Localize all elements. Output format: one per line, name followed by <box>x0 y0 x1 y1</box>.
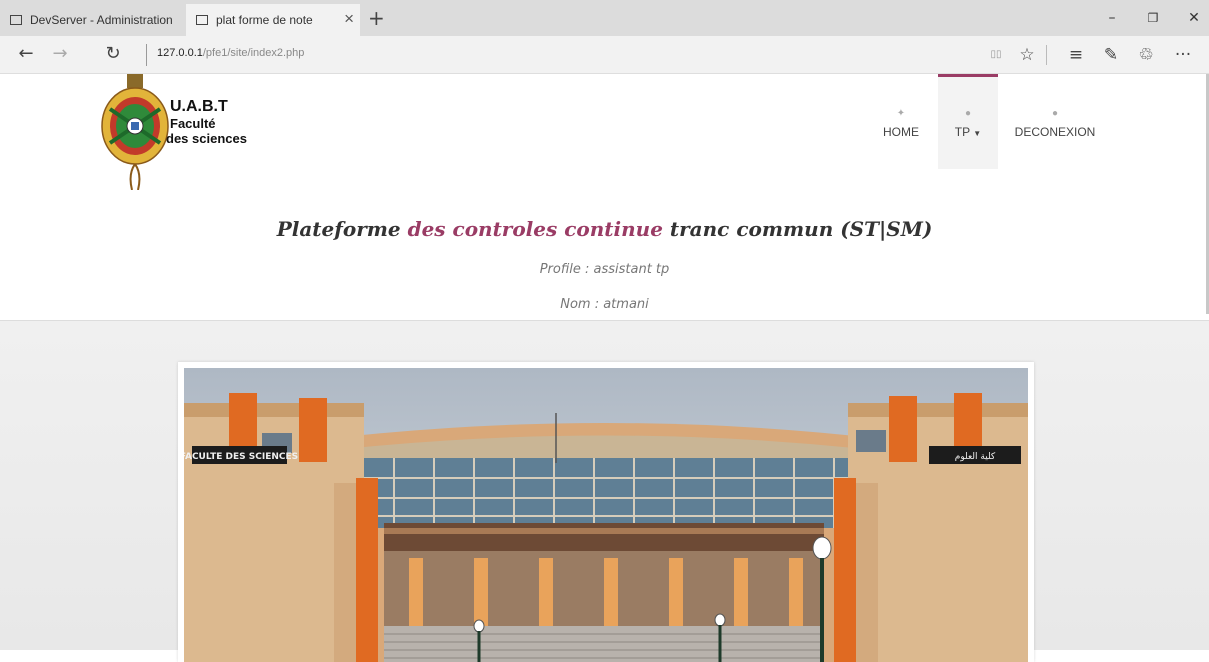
banner-section: FACULTE DES SCIENCES كلية العلوم <box>0 320 1209 662</box>
nav-tp-dropdown[interactable]: ● TP ▼ <box>938 74 998 169</box>
forward-button[interactable]: → <box>48 43 72 65</box>
site-brand[interactable]: U.A.B.T Faculté des sciences <box>166 98 247 146</box>
user-icon: ● <box>964 108 972 119</box>
university-emblem-logo[interactable] <box>100 74 170 190</box>
title-accent: des controles continue <box>407 217 663 241</box>
title-part-3: tranc commun (ST|SM) <box>662 217 933 241</box>
url-field[interactable]: 127.0.0.1/pfe1/site/index2.php <box>157 47 304 59</box>
hub-icon[interactable]: ≡ <box>1065 44 1087 66</box>
brand-faculty: Faculté <box>170 116 216 131</box>
page-icon <box>196 15 208 25</box>
title-part-1: Plateforme <box>276 217 408 241</box>
home-icon: ✦ <box>896 108 906 119</box>
nav-tp-label: TP ▼ <box>955 125 981 139</box>
user-icon: ● <box>1051 108 1059 119</box>
nav-tp-text: TP <box>954 125 970 139</box>
new-tab-button[interactable]: + <box>368 6 385 30</box>
tab-title: plat forme de note <box>216 13 313 27</box>
brand-sciences: des sciences <box>166 131 247 146</box>
browser-tab-bar: DevServer - Administration plat forme de… <box>0 0 1209 36</box>
sign-faculte-des-sciences: FACULTE DES SCIENCES <box>184 452 298 462</box>
close-window-button[interactable]: ✕ <box>1184 8 1204 28</box>
nav-home[interactable]: ✦ HOME <box>873 74 929 169</box>
tab-plat-forme[interactable]: plat forme de note × <box>186 4 360 36</box>
nav-deconexion-label: DECONEXION <box>1014 125 1096 139</box>
profile-text: Profile : assistant tp <box>539 262 670 277</box>
toolbar-divider <box>1046 45 1047 65</box>
faculty-building-photo: FACULTE DES SCIENCES كلية العلوم <box>184 368 1028 662</box>
url-host: 127.0.0.1 <box>157 47 203 59</box>
caret-down-icon: ▼ <box>973 129 982 138</box>
reading-view-icon[interactable]: ▯▯ <box>985 44 1007 66</box>
close-tab-icon[interactable]: × <box>344 9 354 29</box>
tab-title: DevServer - Administration <box>30 13 173 27</box>
minimize-button[interactable]: – <box>1102 8 1122 28</box>
sign-arabic: كلية العلوم <box>955 452 996 462</box>
user-name-text: Nom : atmani <box>560 297 649 312</box>
refresh-button[interactable]: ↻ <box>101 43 125 65</box>
tab-devserver[interactable]: DevServer - Administration <box>0 4 185 36</box>
restore-button[interactable]: ❐ <box>1143 8 1163 28</box>
faculty-photo-frame: FACULTE DES SCIENCES كلية العلوم <box>178 362 1034 662</box>
brand-acronym: U.A.B.T <box>170 98 228 115</box>
favorite-star-icon[interactable]: ☆ <box>1016 44 1038 66</box>
address-bar-row: ← → ↻ 127.0.0.1/pfe1/site/index2.php ▯▯ … <box>0 36 1209 74</box>
address-divider <box>146 44 147 66</box>
page-title: Plateforme des controles continue tranc … <box>0 217 1209 241</box>
url-path: /pfe1/site/index2.php <box>202 47 305 59</box>
back-button[interactable]: ← <box>14 43 38 65</box>
more-icon[interactable]: ··· <box>1172 44 1194 66</box>
web-note-icon[interactable]: ✎ <box>1100 44 1122 66</box>
nav-home-label: HOME <box>883 125 919 139</box>
share-icon[interactable]: ♲ <box>1135 44 1157 66</box>
page-icon <box>10 15 22 25</box>
page-content: U.A.B.T Faculté des sciences ✦ HOME ● TP… <box>0 74 1209 662</box>
nav-deconexion[interactable]: ● DECONEXION <box>1005 74 1105 169</box>
